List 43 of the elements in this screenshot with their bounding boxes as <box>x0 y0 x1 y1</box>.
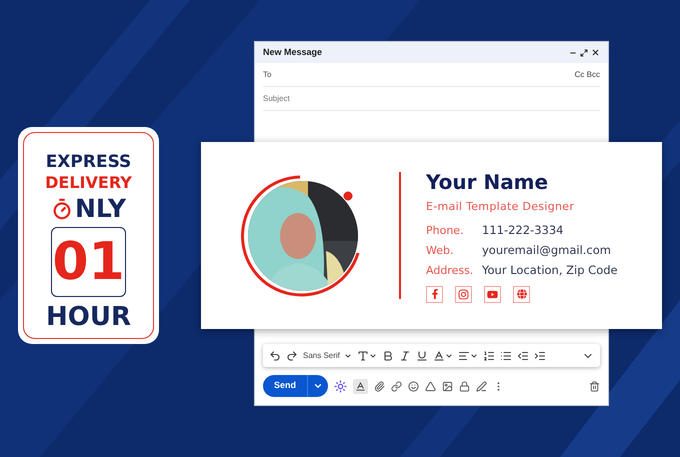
window-title: New Message <box>263 46 322 59</box>
delete-icon[interactable] <box>589 380 600 392</box>
contact-label: Web. <box>426 242 454 258</box>
emoji-icon[interactable] <box>408 380 420 392</box>
link-icon[interactable] <box>391 380 402 392</box>
contact-label: Address. <box>426 262 474 278</box>
cc-bcc-link[interactable]: Cc Bcc <box>574 68 600 80</box>
lock-icon[interactable] <box>459 380 470 392</box>
contact-value: Your Location, Zip Code <box>482 262 618 278</box>
image-icon[interactable] <box>442 380 454 392</box>
sparkle-icon[interactable] <box>334 380 348 392</box>
badge-line: DELIVERY <box>45 173 132 193</box>
formatting-icon[interactable] <box>355 380 366 392</box>
caret-icon <box>470 352 478 360</box>
attach-icon[interactable] <box>374 380 386 392</box>
text-size-icon <box>356 350 369 362</box>
stopwatch-icon <box>50 198 73 220</box>
badge-line: NLY <box>74 194 126 224</box>
contact-value: 111-222-3334 <box>482 222 564 238</box>
youtube-icon[interactable] <box>484 286 501 302</box>
pen-icon[interactable] <box>476 380 488 392</box>
signature-role: E-mail Template Designer <box>426 198 576 214</box>
subject-field[interactable]: Subject <box>263 87 600 111</box>
number-box: 01 <box>51 227 126 297</box>
expand-icon[interactable] <box>580 48 588 56</box>
badge-line: EXPRESS <box>46 151 132 173</box>
caret-icon <box>344 352 352 360</box>
instagram-icon[interactable] <box>455 286 472 302</box>
caret-icon <box>444 352 453 360</box>
triangle-icon[interactable] <box>425 380 436 392</box>
font-dropdown[interactable]: Sans Serif <box>301 350 354 362</box>
badge-line: HOUR <box>46 301 131 333</box>
facebook-icon[interactable] <box>426 286 443 302</box>
contact-value: youremail@gmail.com <box>482 242 611 258</box>
caret-icon <box>368 352 377 360</box>
text-color-icon <box>432 350 445 362</box>
align-icon <box>458 350 470 362</box>
caret-icon <box>313 381 324 391</box>
globe-icon[interactable] <box>513 286 530 302</box>
to-label: To <box>263 68 272 80</box>
signature-name: Your Name <box>426 168 550 194</box>
close-icon[interactable] <box>591 48 600 57</box>
contact-label: Phone. <box>426 222 465 238</box>
